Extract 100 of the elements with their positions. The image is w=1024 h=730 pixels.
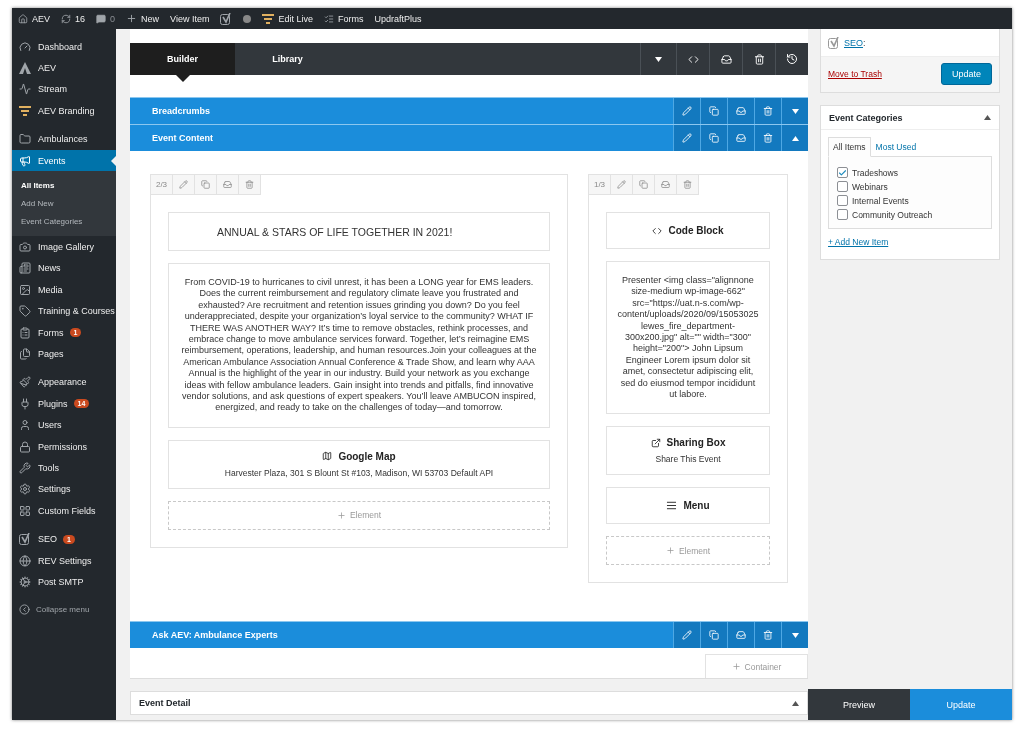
widget-title: Menu bbox=[683, 500, 710, 512]
sidebar-item[interactable]: Settings bbox=[12, 478, 116, 501]
pencil-button[interactable] bbox=[673, 622, 700, 649]
admin-bar-item[interactable]: UpdraftPlus bbox=[374, 13, 422, 24]
category-tab[interactable]: Most Used bbox=[870, 137, 922, 157]
admin-bar-item[interactable]: Forms bbox=[323, 13, 364, 24]
collapse-menu-link[interactable]: Collapse menu bbox=[12, 599, 116, 620]
add-new-item-link[interactable]: + Add New Item bbox=[828, 237, 992, 247]
sidebar-item[interactable]: Permissions bbox=[12, 435, 116, 458]
checkbox[interactable] bbox=[837, 167, 848, 178]
camera-icon bbox=[19, 241, 31, 254]
copy-button[interactable] bbox=[700, 98, 727, 124]
sidebar-item[interactable]: AEV Branding bbox=[12, 100, 116, 122]
section-bar[interactable]: Event Content bbox=[130, 124, 808, 151]
history-icon bbox=[786, 53, 798, 65]
category-tab[interactable]: All Items bbox=[828, 137, 871, 157]
caret-icon bbox=[791, 632, 799, 638]
sidebar-item[interactable]: Users bbox=[12, 414, 116, 436]
gauge-icon bbox=[19, 40, 31, 53]
widget-title: Sharing Box bbox=[666, 437, 726, 449]
tray-icon bbox=[720, 53, 732, 65]
sidebar-item[interactable]: Media bbox=[12, 279, 116, 301]
widget-element[interactable]: Sharing Box Share This Event bbox=[606, 426, 770, 476]
sidebar-item[interactable]: AEV bbox=[12, 57, 116, 79]
tray-button[interactable] bbox=[727, 98, 754, 124]
checkbox[interactable] bbox=[837, 195, 848, 206]
heading-element[interactable]: ANNUAL & STARS OF LIFE TOGETHER IN 2021! bbox=[168, 212, 550, 251]
toggle-button[interactable] bbox=[781, 622, 808, 649]
pencil-icon bbox=[682, 106, 692, 116]
pencil-icon bbox=[617, 180, 626, 189]
collapse-icon bbox=[19, 604, 30, 616]
admin-bar-item[interactable]: View Item bbox=[170, 13, 210, 24]
caret-icon[interactable] bbox=[792, 700, 799, 706]
copy-button[interactable] bbox=[700, 622, 727, 649]
y-logo-icon[interactable] bbox=[220, 12, 233, 25]
column-size-label[interactable]: 2/3 bbox=[151, 175, 173, 195]
sidebar-item[interactable]: REV Settings bbox=[12, 549, 116, 572]
user-icon bbox=[19, 419, 31, 432]
widget-element[interactable]: Menu bbox=[606, 487, 770, 525]
trash-button[interactable] bbox=[754, 622, 781, 649]
pencil-button[interactable] bbox=[673, 98, 700, 124]
seo-link[interactable]: SEO bbox=[844, 38, 863, 48]
submenu-item[interactable]: Add New bbox=[12, 195, 116, 214]
caret-icon[interactable] bbox=[984, 115, 991, 120]
section-bar[interactable]: Breadcrumbs bbox=[130, 97, 808, 124]
update-button[interactable]: Update bbox=[910, 689, 1012, 720]
map-icon bbox=[322, 451, 333, 462]
refresh-icon bbox=[61, 13, 71, 24]
sidebar-item[interactable]: Appearance bbox=[12, 371, 116, 394]
plus-icon bbox=[665, 546, 675, 556]
image-icon bbox=[19, 283, 31, 296]
tray-icon bbox=[736, 133, 746, 143]
admin-bar-item[interactable]: New bbox=[126, 13, 160, 24]
move-to-trash-link[interactable]: Move to Trash bbox=[828, 69, 882, 79]
admin-bar-item[interactable]: 16 bbox=[61, 13, 86, 24]
toggle-button[interactable] bbox=[781, 98, 808, 124]
folder-icon bbox=[19, 133, 31, 146]
admin-bar-item[interactable]: AEV bbox=[18, 13, 50, 24]
sidebar-item[interactable]: Dashboard bbox=[12, 36, 116, 58]
sidebar-item[interactable]: Tools bbox=[12, 457, 116, 479]
text-element[interactable]: Presenter <img class="alignnone size-medium wp-image-662" src="https://uat.n-s.com/wp-content/uploads/2020/09/15053025 lewes_fire_department-300x200.jpg" alt="" width="300" height="200"> John Lipsum Engineer Lorem ipsum dolor sit amet, consectetur adipiscing elit, sed do eiusmod tempor incididunt ut labore. bbox=[606, 261, 770, 415]
section-bar[interactable]: Ask AEV: Ambulance Experts bbox=[130, 621, 808, 649]
megaphone-icon bbox=[19, 154, 31, 167]
update-button[interactable]: Update bbox=[940, 63, 992, 85]
widget-element[interactable]: Code Block bbox=[606, 212, 770, 249]
list-icon bbox=[323, 13, 334, 24]
submenu-item[interactable]: All Items bbox=[12, 177, 116, 196]
trash-icon bbox=[245, 180, 254, 189]
plug-icon bbox=[19, 397, 31, 410]
admin-bar-item[interactable]: 0 bbox=[96, 13, 116, 24]
sidebar-item[interactable]: Post SMTP bbox=[12, 571, 116, 593]
preview-button[interactable]: Preview bbox=[808, 689, 910, 720]
tray-icon bbox=[736, 630, 746, 641]
pencil-button[interactable] bbox=[673, 125, 700, 151]
toggle-button[interactable] bbox=[781, 125, 808, 151]
widget-subtitle: Share This Event bbox=[655, 454, 721, 465]
tray-button[interactable] bbox=[727, 125, 754, 151]
column-size-label[interactable]: 1/3 bbox=[589, 175, 611, 195]
gear-icon bbox=[19, 575, 31, 588]
sidebar-item[interactable]: Stream bbox=[12, 78, 116, 101]
paintbrush-icon bbox=[19, 376, 31, 389]
copy-icon bbox=[709, 133, 719, 143]
sidebar-item[interactable]: Training & Courses bbox=[12, 300, 116, 322]
grid-icon bbox=[19, 504, 31, 517]
sidebar-item[interactable]: Ambulances bbox=[12, 128, 116, 150]
sidebar-item[interactable]: Pages bbox=[12, 343, 116, 365]
sidebar-item[interactable]: Events bbox=[12, 149, 116, 172]
checkbox[interactable] bbox=[837, 181, 848, 192]
admin-bar-item[interactable]: Edit Live bbox=[262, 13, 313, 24]
copy-button[interactable] bbox=[700, 125, 727, 151]
text-element[interactable]: From COVID-19 to hurricanes to civil unrest, it has been a LONG year for EMS leaders. Does the current reimbursement and regulatory climate leave you frustrated and exhausted? Are recruitment and retention issues grinding you down? Do you feel underappreciated, despite your organization’s loyal service to the community? WHAT IF THERE WAS ANOTHER WAY? It’s time to remove obstacles, rethink processes, and embrace change to move ambulance services forward. Together, let’s reimagine EMS reimbursement, operations, leadership, and human resources.Join your colleagues at the American Ambulance Association Annual Conference & Trade Show, and learn why AAA Annual is the highlight of the year in our industry. Build your network as you exchange ideas with fellow ambulance leaders. Gain insight into trends and pitfalls, find innovative vendor solutions, and ask questions of expert speakers. You’ll leave AMBUCON inspired, energized, and ready to take on the challenges of today—and tomorrow. bbox=[168, 263, 550, 428]
sidebar-item[interactable]: News bbox=[12, 257, 116, 280]
sidebar-item[interactable]: Image Gallery bbox=[12, 236, 116, 258]
checkbox[interactable] bbox=[837, 209, 848, 220]
widget-element[interactable]: Google Map Harvester Plaza, 301 S Blount St #103, Madison, WI 53703 Default API bbox=[168, 439, 550, 489]
tray-button[interactable] bbox=[727, 622, 754, 649]
sidebar-item[interactable]: Custom Fields bbox=[12, 500, 116, 522]
submenu-item[interactable]: Event Categories bbox=[12, 213, 116, 232]
builder-tab[interactable]: Library bbox=[235, 43, 340, 75]
home-icon bbox=[18, 13, 28, 24]
